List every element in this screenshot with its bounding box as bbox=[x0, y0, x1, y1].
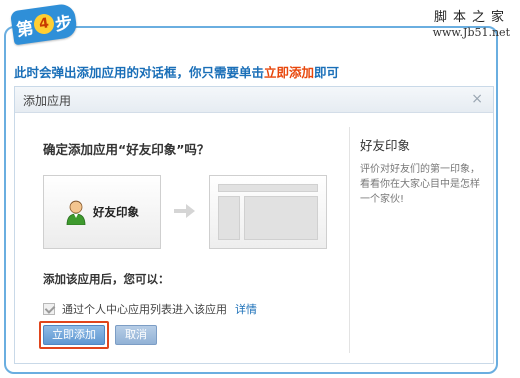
confirm-question: 确定添加应用“好友印象”吗？ bbox=[43, 142, 210, 157]
avatar-icon bbox=[66, 200, 86, 225]
watermark: 脚本之家 www.Jb51.net bbox=[433, 6, 510, 39]
app-card: 好友印象 bbox=[43, 175, 161, 249]
step-prefix: 第 bbox=[15, 18, 35, 41]
checkbox-row: 通过个人中心应用列表进入该应用 详情 bbox=[43, 301, 257, 317]
add-now-button[interactable]: 立即添加 bbox=[43, 325, 105, 345]
watermark-url: www.Jb51.net bbox=[432, 26, 510, 39]
app-info-sidebar: 好友印象 评价对好友们的第一印象，看看你在大家心目中是怎样一个家伙! bbox=[349, 127, 487, 353]
list-entry-checkbox[interactable] bbox=[43, 303, 55, 315]
dialog-header: 添加应用 × bbox=[15, 87, 493, 113]
section-label: 添加该应用后，您可以： bbox=[43, 272, 170, 286]
instruction-highlight: 立即添加 bbox=[264, 65, 315, 80]
step-suffix: 步 bbox=[53, 12, 74, 35]
close-icon[interactable]: × bbox=[471, 91, 483, 107]
checkbox-label: 通过个人中心应用列表进入该应用 bbox=[62, 303, 227, 316]
sidebar-title: 好友印象 bbox=[360, 138, 411, 153]
sidebar-description: 评价对好友们的第一印象，看看你在大家心目中是怎样一个家伙! bbox=[360, 164, 480, 205]
step-number: 4 bbox=[32, 12, 56, 36]
add-app-dialog: 添加应用 × 确定添加应用“好友印象”吗？ 好友印象 添加该应用后，您可以： 通… bbox=[14, 86, 494, 364]
instruction-text: 此时会弹出添加应用的对话框，你只需要单击立即添加即可 bbox=[14, 62, 339, 81]
arrow-right-icon bbox=[174, 204, 195, 218]
app-preview-thumbnail bbox=[209, 175, 327, 249]
app-card-name: 好友印象 bbox=[93, 205, 139, 219]
cancel-button[interactable]: 取消 bbox=[115, 325, 157, 345]
instruction-before: 此时会弹出添加应用的对话框，你只需要单击 bbox=[14, 65, 265, 80]
detail-link[interactable]: 详情 bbox=[235, 301, 257, 317]
watermark-name: 脚本之家 bbox=[433, 10, 510, 25]
dialog-title: 添加应用 bbox=[23, 94, 72, 108]
instruction-after: 即可 bbox=[314, 65, 340, 80]
